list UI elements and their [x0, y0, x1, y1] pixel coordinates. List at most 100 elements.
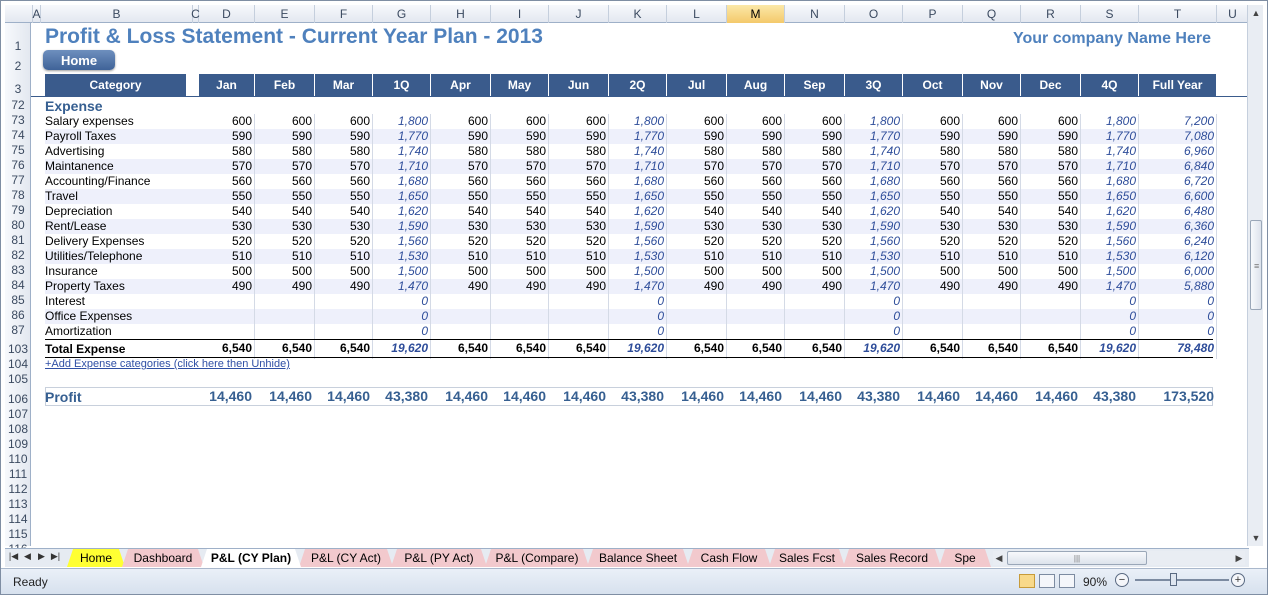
table-cell[interactable]: 490	[727, 279, 785, 294]
table-cell[interactable]: 570	[903, 159, 963, 174]
table-cell[interactable]: 600	[431, 114, 491, 129]
table-cell[interactable]: 570	[491, 159, 549, 174]
table-cell[interactable]: 6,360	[1139, 219, 1217, 234]
scroll-up-icon[interactable]: ▲	[1248, 5, 1264, 21]
table-cell[interactable]: 540	[667, 204, 727, 219]
table-cell[interactable]: 6,840	[1139, 159, 1217, 174]
column-header-j[interactable]: J	[549, 5, 609, 23]
table-cell[interactable]: 540	[785, 204, 845, 219]
table-cell[interactable]: 1,740	[1081, 144, 1139, 159]
table-cell[interactable]: 500	[255, 264, 315, 279]
table-cell[interactable]: 560	[255, 174, 315, 189]
table-cell[interactable]: 550	[491, 189, 549, 204]
table-cell[interactable]: 520	[491, 234, 549, 249]
table-cell[interactable]	[785, 324, 845, 339]
table-cell[interactable]: 1,530	[609, 249, 667, 264]
table-cell[interactable]: 510	[903, 249, 963, 264]
normal-view-icon[interactable]	[1019, 574, 1035, 588]
total-cell[interactable]: 6,540	[431, 340, 491, 356]
table-cell[interactable]: 600	[903, 114, 963, 129]
table-cell[interactable]: 540	[315, 204, 373, 219]
table-cell[interactable]: 0	[373, 324, 431, 339]
table-cell[interactable]: 530	[199, 219, 255, 234]
total-cell[interactable]: 6,540	[727, 340, 785, 356]
table-cell[interactable]: 560	[431, 174, 491, 189]
row-header-103[interactable]: 103	[5, 338, 31, 357]
sheet-tab-sales-fcst[interactable]: Sales Fcst	[769, 549, 845, 567]
table-cell[interactable]: 0	[609, 309, 667, 324]
table-cell[interactable]	[491, 324, 549, 339]
table-cell[interactable]: 520	[785, 234, 845, 249]
table-cell[interactable]: 1,590	[373, 219, 431, 234]
worksheet-grid[interactable]: Profit & Loss Statement - Current Year P…	[31, 23, 1249, 546]
row-header-82[interactable]: 82	[5, 248, 31, 263]
profit-cell[interactable]: 14,460	[727, 387, 785, 406]
table-cell[interactable]	[963, 309, 1021, 324]
table-cell[interactable]: 490	[667, 279, 727, 294]
scroll-left-icon[interactable]: ◀	[993, 551, 1005, 565]
row-header-77[interactable]: 77	[5, 173, 31, 188]
table-cell[interactable]: 600	[255, 114, 315, 129]
sheet-tab-spe[interactable]: Spe	[939, 549, 991, 567]
table-cell[interactable]: 1,680	[1081, 174, 1139, 189]
total-cell[interactable]: 19,620	[609, 340, 667, 356]
row-header-104[interactable]: 104	[5, 357, 31, 372]
row-header-83[interactable]: 83	[5, 263, 31, 278]
table-cell[interactable]: 540	[255, 204, 315, 219]
profit-cell[interactable]: 43,380	[373, 387, 431, 406]
table-cell[interactable]: 1,740	[845, 144, 903, 159]
table-cell[interactable]	[199, 294, 255, 309]
table-cell[interactable]: 0	[1139, 309, 1217, 324]
table-cell[interactable]: 1,650	[373, 189, 431, 204]
table-cell[interactable]	[199, 324, 255, 339]
next-sheet-icon[interactable]: ▶	[35, 551, 48, 562]
table-cell[interactable]: 6,720	[1139, 174, 1217, 189]
total-cell[interactable]: 6,540	[667, 340, 727, 356]
table-cell[interactable]: 550	[1021, 189, 1081, 204]
table-cell[interactable]: 540	[1021, 204, 1081, 219]
table-cell[interactable]: 590	[431, 129, 491, 144]
table-cell[interactable]: 1,530	[373, 249, 431, 264]
table-cell[interactable]: 580	[1021, 144, 1081, 159]
table-cell[interactable]: 0	[1081, 309, 1139, 324]
table-cell[interactable]: 0	[845, 294, 903, 309]
table-cell[interactable]: 1,470	[845, 279, 903, 294]
table-cell[interactable]: 1,680	[373, 174, 431, 189]
table-cell[interactable]	[255, 324, 315, 339]
zoom-slider-track[interactable]	[1135, 579, 1229, 581]
column-header-f[interactable]: F	[315, 5, 373, 23]
table-cell[interactable]: 600	[667, 114, 727, 129]
home-button[interactable]: Home	[43, 50, 115, 70]
sheet-tab-dashboard[interactable]: Dashboard	[122, 549, 204, 567]
table-cell[interactable]: 530	[255, 219, 315, 234]
table-cell[interactable]: 540	[431, 204, 491, 219]
prev-sheet-icon[interactable]: ◀	[21, 551, 34, 562]
table-cell[interactable]: 510	[255, 249, 315, 264]
table-cell[interactable]: 0	[845, 324, 903, 339]
table-cell[interactable]	[255, 294, 315, 309]
row-header-73[interactable]: 73	[5, 113, 31, 128]
table-cell[interactable]: 530	[431, 219, 491, 234]
profit-cell[interactable]: 14,460	[491, 387, 549, 406]
table-cell[interactable]: 530	[549, 219, 609, 234]
row-header-2[interactable]: 2	[5, 54, 31, 74]
table-cell[interactable]: 1,680	[845, 174, 903, 189]
table-cell[interactable]	[491, 309, 549, 324]
column-header-d[interactable]: D	[199, 5, 255, 23]
table-cell[interactable]: 1,500	[845, 264, 903, 279]
table-cell[interactable]: 580	[727, 144, 785, 159]
table-cell[interactable]: 570	[549, 159, 609, 174]
table-cell[interactable]: 1,530	[845, 249, 903, 264]
row-header-1[interactable]: 1	[5, 23, 31, 54]
table-cell[interactable]: 570	[255, 159, 315, 174]
table-cell[interactable]	[255, 309, 315, 324]
table-cell[interactable]: 0	[1139, 324, 1217, 339]
table-cell[interactable]: 590	[785, 129, 845, 144]
row-header-80[interactable]: 80	[5, 218, 31, 233]
profit-cell[interactable]: 14,460	[431, 387, 491, 406]
table-cell[interactable]: 580	[491, 144, 549, 159]
profit-cell[interactable]: 14,460	[255, 387, 315, 406]
table-cell[interactable]: 510	[727, 249, 785, 264]
table-cell[interactable]: 570	[667, 159, 727, 174]
table-cell[interactable]: 500	[963, 264, 1021, 279]
